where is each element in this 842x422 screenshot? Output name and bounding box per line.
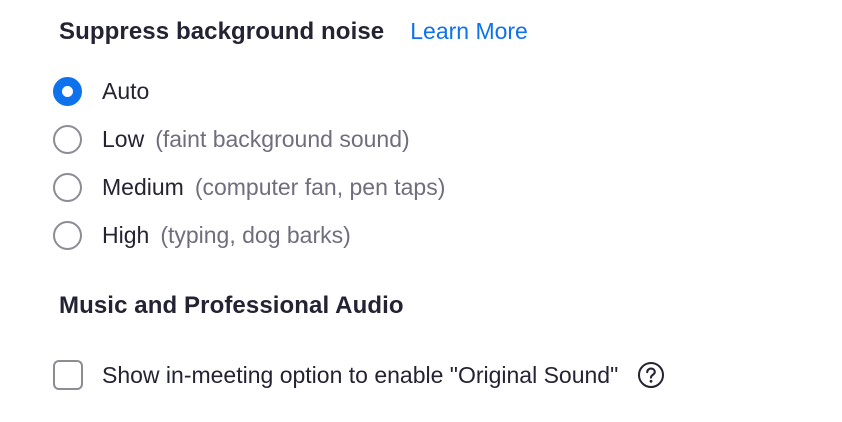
original-sound-label: Show in-meeting option to enable "Origin…: [102, 361, 619, 388]
radio-hint-high: (typing, dog barks): [160, 221, 351, 248]
radio-option-high[interactable]: High (typing, dog barks): [53, 218, 351, 252]
radio-button-high[interactable]: [53, 220, 82, 250]
radio-button-medium[interactable]: [53, 172, 82, 202]
radio-option-low[interactable]: Low (faint background sound): [53, 122, 410, 156]
radio-option-auto[interactable]: Auto: [53, 74, 149, 108]
original-sound-checkbox[interactable]: [53, 360, 83, 390]
radio-label-auto: Auto: [102, 77, 150, 104]
music-audio-title: Music and Professional Audio: [59, 292, 404, 319]
radio-button-auto[interactable]: [53, 76, 82, 106]
radio-hint-low: (faint background sound): [155, 125, 410, 152]
noise-suppression-header: Suppress background noise Learn More: [59, 18, 528, 46]
question-circle-icon[interactable]: [637, 361, 665, 389]
music-audio-header: Music and Professional Audio: [59, 292, 404, 320]
radio-button-low[interactable]: [53, 124, 82, 154]
radio-label-medium: Medium: [102, 173, 184, 200]
radio-label-high: High: [102, 221, 150, 248]
noise-suppression-title: Suppress background noise: [59, 18, 385, 45]
radio-hint-medium: (computer fan, pen taps): [194, 173, 446, 200]
radio-label-low: Low: [102, 125, 145, 152]
radio-option-medium[interactable]: Medium (computer fan, pen taps): [53, 170, 445, 204]
audio-settings-panel: Suppress background noise Learn More Aut…: [0, 0, 842, 422]
learn-more-link[interactable]: Learn More: [410, 18, 528, 45]
original-sound-option[interactable]: Show in-meeting option to enable "Origin…: [53, 358, 665, 392]
